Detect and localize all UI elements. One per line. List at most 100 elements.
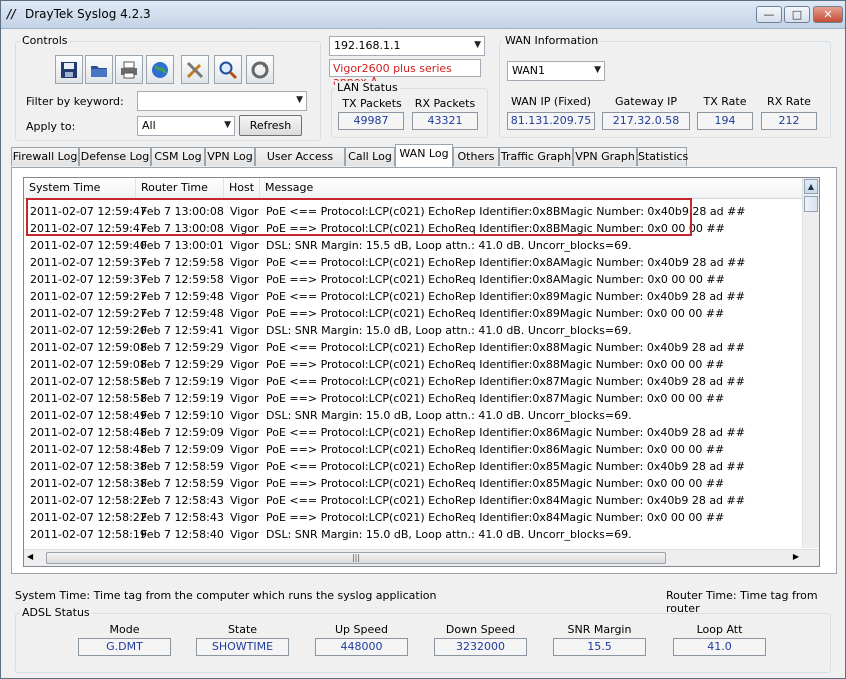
- log-system-time: 2011-02-07 12:58:19: [30, 528, 147, 541]
- horizontal-scroll-thumb[interactable]: |||: [46, 552, 666, 564]
- table-row[interactable]: 2011-02-07 12:59:47 Feb 7 13:00:08 Vigor Po…: [24, 220, 804, 237]
- log-system-time: 2011-02-07 12:58:38: [30, 477, 147, 490]
- close-button[interactable]: ✕: [813, 6, 843, 23]
- wan-info-label: WAN Information: [503, 34, 601, 47]
- tab-firewall-log[interactable]: Firewall Log: [11, 147, 79, 166]
- rx-packets-value: 43321: [412, 112, 478, 130]
- log-message: DSL: SNR Margin: 15.0 dB, Loop attn.: 41…: [266, 324, 632, 337]
- log-message: DSL: SNR Margin: 15.5 dB, Loop attn.: 41…: [266, 239, 632, 252]
- vertical-scroll-thumb[interactable]: [804, 196, 818, 212]
- filter-keyword-combo[interactable]: ▼: [137, 91, 307, 111]
- log-host: Vigor: [230, 494, 259, 507]
- tab-vpn-log[interactable]: VPN Log: [205, 147, 255, 166]
- table-row[interactable]: 2011-02-07 12:59:47 Feb 7 13:00:08 Vigor Po…: [24, 203, 804, 220]
- table-row[interactable]: 2011-02-07 12:58:22 Feb 7 12:58:43 Vigor Po…: [24, 492, 804, 509]
- log-message: PoE <== Protocol:LCP(c021) EchoRep Ident…: [266, 494, 745, 507]
- tab-vpn-graph[interactable]: VPN Graph: [573, 147, 637, 166]
- printer-icon[interactable]: [115, 55, 143, 84]
- scroll-up-icon[interactable]: ▲: [804, 179, 818, 194]
- log-system-time: 2011-02-07 12:58:38: [30, 460, 147, 473]
- table-row[interactable]: 2011-02-07 12:58:48 Feb 7 12:59:09 Vigor Po…: [24, 424, 804, 441]
- maximize-button[interactable]: □: [784, 6, 810, 23]
- adsl-mode-value: G.DMT: [78, 638, 171, 656]
- table-row[interactable]: 2011-02-07 12:59:08 Feb 7 12:59:29 Vigor Po…: [24, 339, 804, 356]
- adsl-down-speed-value: 3232000: [434, 638, 527, 656]
- column-header-host[interactable]: Host: [224, 178, 260, 199]
- log-message: PoE <== Protocol:LCP(c021) EchoRep Ident…: [266, 375, 745, 388]
- table-row[interactable]: 2011-02-07 12:58:38 Feb 7 12:58:59 Vigor Po…: [24, 458, 804, 475]
- table-row[interactable]: 2011-02-07 12:58:58 Feb 7 12:59:19 Vigor Po…: [24, 390, 804, 407]
- log-host: Vigor: [230, 256, 259, 269]
- tab-traffic-graph[interactable]: Traffic Graph: [499, 147, 573, 166]
- tab-statistics[interactable]: Statistics: [637, 147, 688, 166]
- log-message: DSL: SNR Margin: 15.0 dB, Loop attn.: 41…: [266, 409, 632, 422]
- refresh-icon[interactable]: [246, 55, 274, 84]
- column-header-system-time[interactable]: System Time: [24, 178, 136, 199]
- table-row[interactable]: 2011-02-07 12:59:20 Feb 7 12:59:41 Vigor DS…: [24, 322, 804, 339]
- table-row[interactable]: 2011-02-07 12:59:08 Feb 7 12:59:29 Vigor Po…: [24, 356, 804, 373]
- table-row[interactable]: 2011-02-07 12:58:38 Feb 7 12:58:59 Vigor Po…: [24, 475, 804, 492]
- table-row[interactable]: 2011-02-07 12:58:58 Feb 7 12:59:19 Vigor Po…: [24, 373, 804, 390]
- column-header-message[interactable]: Message: [260, 178, 803, 199]
- log-system-time: 2011-02-07 12:58:48: [30, 426, 147, 439]
- log-message: PoE <== Protocol:LCP(c021) EchoRep Ident…: [266, 460, 745, 473]
- log-system-time: 2011-02-07 12:59:20: [30, 324, 147, 337]
- log-host: Vigor: [230, 409, 259, 422]
- log-system-time: 2011-02-07 12:59:47: [30, 205, 147, 218]
- globe-icon[interactable]: [146, 55, 174, 84]
- table-row[interactable]: 2011-02-07 12:58:49 Feb 7 12:59:10 Vigor DS…: [24, 407, 804, 424]
- table-row[interactable]: 2011-02-07 12:58:48 Feb 7 12:59:09 Vigor Po…: [24, 441, 804, 458]
- column-header-router-time[interactable]: Router Time: [136, 178, 224, 199]
- tab-user-access-log[interactable]: User Access Log: [255, 147, 345, 180]
- apply-to-select[interactable]: All ▼: [137, 116, 235, 136]
- tab-defense-log[interactable]: Defense Log: [79, 147, 151, 166]
- tab-wan-log[interactable]: WAN Log: [395, 144, 453, 167]
- table-row[interactable]: 2011-02-07 12:59:37 Feb 7 12:59:58 Vigor Po…: [24, 271, 804, 288]
- log-host: Vigor: [230, 511, 259, 524]
- log-host: Vigor: [230, 205, 259, 218]
- refresh-button[interactable]: Refresh: [239, 115, 302, 136]
- log-system-time: 2011-02-07 12:59:27: [30, 290, 147, 303]
- open-folder-icon[interactable]: [85, 55, 113, 84]
- table-row[interactable]: 2011-02-07 12:58:22 Feb 7 12:58:43 Vigor Po…: [24, 509, 804, 526]
- table-row[interactable]: 2011-02-07 12:59:27 Feb 7 12:59:48 Vigor Po…: [24, 288, 804, 305]
- log-message: PoE <== Protocol:LCP(c021) EchoRep Ident…: [266, 290, 745, 303]
- chevron-down-icon: ▼: [474, 40, 481, 50]
- table-row[interactable]: 2011-02-07 12:59:27 Feb 7 12:59:48 Vigor Po…: [24, 305, 804, 322]
- log-host: Vigor: [230, 273, 259, 286]
- title-bar[interactable]: // DrayTek Syslog 4.2.3 — □ ✕: [1, 1, 845, 29]
- adsl-loop-att-value: 41.0: [673, 638, 766, 656]
- table-row[interactable]: 2011-02-07 12:59:40 Feb 7 13:00:01 Vigor DS…: [24, 237, 804, 254]
- scroll-left-icon[interactable]: ◀: [27, 552, 33, 561]
- tab-others[interactable]: Others: [453, 147, 499, 166]
- table-row[interactable]: 2011-02-07 12:59:37 Feb 7 12:59:58 Vigor Po…: [24, 254, 804, 271]
- router-ip-select[interactable]: 192.168.1.1 ▼: [329, 36, 485, 56]
- scroll-right-icon[interactable]: ▶: [793, 552, 799, 561]
- tools-icon[interactable]: [181, 55, 209, 84]
- wan-log-list[interactable]: System Time Router Time Host Message 201…: [23, 177, 820, 567]
- log-router-time: Feb 7 12:58:43: [141, 511, 224, 524]
- log-system-time: 2011-02-07 12:59:08: [30, 341, 147, 354]
- tab-call-log[interactable]: Call Log: [345, 147, 395, 166]
- minimize-button[interactable]: —: [756, 6, 782, 23]
- log-message: PoE ==> Protocol:LCP(c021) EchoReq Ident…: [266, 477, 725, 490]
- log-router-time: Feb 7 12:58:40: [141, 528, 224, 541]
- tx-rate-value: 194: [697, 112, 753, 130]
- tx-packets-value: 49987: [338, 112, 404, 130]
- vertical-scrollbar[interactable]: ▲: [802, 178, 819, 548]
- horizontal-scrollbar[interactable]: ◀ ||| ▶: [24, 549, 819, 566]
- log-host: Vigor: [230, 477, 259, 490]
- rx-packets-label: RX Packets: [414, 97, 476, 110]
- wan-select[interactable]: WAN1 ▼: [507, 61, 605, 81]
- adsl-mode-label: Mode: [109, 623, 140, 636]
- log-system-time: 2011-02-07 12:58:48: [30, 443, 147, 456]
- log-message: PoE <== Protocol:LCP(c021) EchoRep Ident…: [266, 205, 746, 218]
- table-row[interactable]: 2011-02-07 12:58:19 Feb 7 12:58:40 Vigor DS…: [24, 526, 804, 543]
- adsl-up-speed-value: 448000: [315, 638, 408, 656]
- log-system-time: 2011-02-07 12:59:08: [30, 358, 147, 371]
- rx-rate-value: 212: [761, 112, 817, 130]
- save-icon[interactable]: [55, 55, 83, 84]
- log-router-time: Feb 7 12:58:43: [141, 494, 224, 507]
- tab-csm-log[interactable]: CSM Log: [151, 147, 205, 166]
- search-icon[interactable]: [214, 55, 242, 84]
